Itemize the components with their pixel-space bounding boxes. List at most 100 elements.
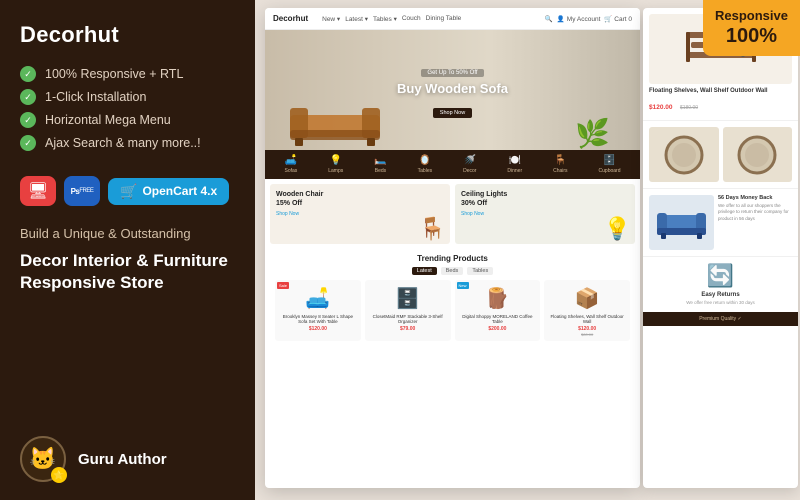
ms-nav: Decorhut New ▾ Latest ▾ Tables ▾ Couch D… [265,8,640,30]
cat-lamps[interactable]: 💡 Lamps [328,155,343,174]
brand-title: Decorhut [20,22,235,48]
cat-sofas[interactable]: 🛋️ Sofas [284,155,297,174]
cat-label-sofas: Sofas [284,168,297,174]
cat-label-lamps: Lamps [328,168,343,174]
feature-item-4: ✓ Ajax Search & many more..! [20,135,235,151]
product-card-2[interactable]: 🗄️ ClosetMaid RMF Stackable 3-Shelf Orga… [365,280,451,341]
feature-list: ✓ 100% Responsive + RTL ✓ 1-Click Instal… [20,66,235,158]
product-name-2: ClosetMaid RMF Stackable 3-Shelf Organiz… [369,314,447,325]
cat-dinner[interactable]: 🍽️ Dinner [507,155,522,174]
nav-link-tables[interactable]: Tables ▾ [373,15,397,23]
check-icon-3: ✓ [20,112,36,128]
ms-promo-row: Wooden Chair15% Off Shop Now 🪑 Ceiling L… [265,179,640,249]
plant-icon: 🌿 [575,117,610,150]
cat-icon-decor: 🚿 [464,155,476,166]
cart-icon: 🛒 [120,183,137,200]
ss-shelf-old: $180.00 [680,105,698,111]
sofa-svg [285,90,385,150]
feature-item-3: ✓ Horizontal Mega Menu [20,112,235,128]
promo-icon-2: 💡 [604,216,631,242]
product-img-3: 🪵 [459,284,537,312]
ss-sofa-info: 56 Days Money Back We offer to all our s… [718,195,792,250]
ss-shelf-name: Floating Shelves, Wall Shelf Outdoor Wal… [649,88,792,94]
ss-trust-icon: 🔄 [649,263,792,289]
product-badge-3: New [457,282,469,289]
cat-beds[interactable]: 🛏️ Beds [374,155,386,174]
feature-item-1: ✓ 100% Responsive + RTL [20,66,235,82]
nav-link-couch[interactable]: Couch [402,15,421,23]
filter-tab-tables[interactable]: Tables [467,267,493,275]
ss-mirror-2 [723,127,793,182]
check-icon-1: ✓ [20,66,36,82]
product-card-1[interactable]: Sale 🛋️ Brooklyn Massey 8 Seater L Shape… [275,280,361,341]
promo-card-1[interactable]: Wooden Chair15% Off Shop Now 🪑 [270,184,450,244]
search-nav-icon[interactable]: 🔍 [545,15,553,23]
cat-cupboard[interactable]: 🗄️ Cupboard [599,155,621,174]
product-name-1: Brooklyn Massey 8 Seater L Shape Sofa Se… [279,314,357,325]
author-name: Guru Author [78,451,167,468]
ss-sofa-section: 56 Days Money Back We offer to all our s… [643,189,798,257]
product-img-1: 🛋️ [279,284,357,312]
product-img-4: 📦 [548,284,626,312]
cat-icon-sofas: 🛋️ [285,155,297,166]
ss-sofa-text: We offer to all our shoppers the privile… [718,203,792,222]
product-card-3[interactable]: New 🪵 Digital Shoppy MORELAND Coffee Tab… [455,280,541,341]
cat-label-dinner: Dinner [507,168,522,174]
ms-hero: 🌿 Get Up To 50% Off Buy Wooden Sofa Shop… [265,30,640,150]
product-img-2: 🗄️ [369,284,447,312]
nav-link-dining[interactable]: Dining Table [426,15,462,23]
ps-badge: PsFREE [64,176,100,206]
opencart-badge[interactable]: 🛒 OpenCart 4.x [108,178,229,205]
cat-label-chairs: Chairs [553,168,567,174]
cat-label-cupboard: Cupboard [599,168,621,174]
filter-tab-beds[interactable]: Beds [441,267,464,275]
ss-sofa-title: 56 Days Money Back [718,195,792,201]
filter-tab-latest[interactable]: Latest [412,267,437,275]
product-price-2: $79.00 [369,326,447,332]
check-icon-2: ✓ [20,89,36,105]
cat-icon-beds: 🛏️ [374,155,386,166]
feature-item-2: ✓ 1-Click Installation [20,89,235,105]
monitor-badge: 🖥 [20,176,56,206]
nav-link-latest[interactable]: Latest ▾ [345,15,368,23]
author-row: 🐱 ⭐ Guru Author [20,436,235,482]
ms-trending: Trending Products Latest Beds Tables Sal… [265,249,640,344]
cat-label-beds: Beds [375,168,386,174]
product-old-price-4: $80.00 [548,332,626,337]
product-name-3: Digital Shoppy MORELAND Coffee Table [459,314,537,325]
ms-nav-logo: Decorhut [273,14,308,23]
ss-trust-section: 🔄 Easy Returns We offer free return with… [643,257,798,312]
hero-title: Buy Wooden Sofa [397,81,508,97]
promo-title-1: Wooden Chair15% Off [276,190,444,208]
ms-nav-icons: 🔍 👤 My Account 🛒 Cart 0 [545,15,632,23]
ss-dark-section: Premium Quality ✓ [643,312,798,326]
cat-icon-tables: 🪞 [419,155,431,166]
cat-chairs[interactable]: 🪑 Chairs [553,155,567,174]
ss-dark-text: Premium Quality ✓ [649,316,792,322]
right-panel: Responsive 100% Decorhut New ▾ Latest ▾ … [255,0,800,500]
nav-link-new[interactable]: New ▾ [322,15,340,23]
promo-card-2[interactable]: Ceiling Lights30% Off Shop Now 💡 [455,184,635,244]
cat-decor[interactable]: 🚿 Decor [463,155,476,174]
cat-label-decor: Decor [463,168,476,174]
ss-shelf-pricing: $120.00 $180.00 [649,96,792,114]
product-name-4: Floating Shelves, Wall Shelf Outdoor Wal… [548,314,626,325]
cart-nav-icon[interactable]: 🛒 Cart 0 [604,15,632,23]
product-price-3: $200.00 [459,326,537,332]
ms-filter-tabs: Latest Beds Tables [271,267,634,275]
cat-icon-lamps: 💡 [330,155,342,166]
ss-sofa-img [649,195,714,250]
ms-nav-links: New ▾ Latest ▾ Tables ▾ Couch Dining Tab… [322,15,461,23]
main-screenshot: Decorhut New ▾ Latest ▾ Tables ▾ Couch D… [265,8,640,488]
ms-hero-content: Get Up To 50% Off Buy Wooden Sofa Shop N… [397,61,508,120]
ms-products-grid: Sale 🛋️ Brooklyn Massey 8 Seater L Shape… [271,280,634,341]
cat-icon-cupboard: 🗄️ [603,155,615,166]
trending-title: Trending Products [271,254,634,263]
promo-title-2: Ceiling Lights30% Off [461,190,629,208]
author-avatar: 🐱 ⭐ [20,436,66,482]
cat-icon-dinner: 🍽️ [509,155,521,166]
hero-btn[interactable]: Shop Now [433,108,472,118]
product-card-4[interactable]: 📦 Floating Shelves, Wall Shelf Outdoor W… [544,280,630,341]
account-nav-icon[interactable]: 👤 My Account [557,15,601,23]
cat-tables[interactable]: 🪞 Tables [418,155,432,174]
